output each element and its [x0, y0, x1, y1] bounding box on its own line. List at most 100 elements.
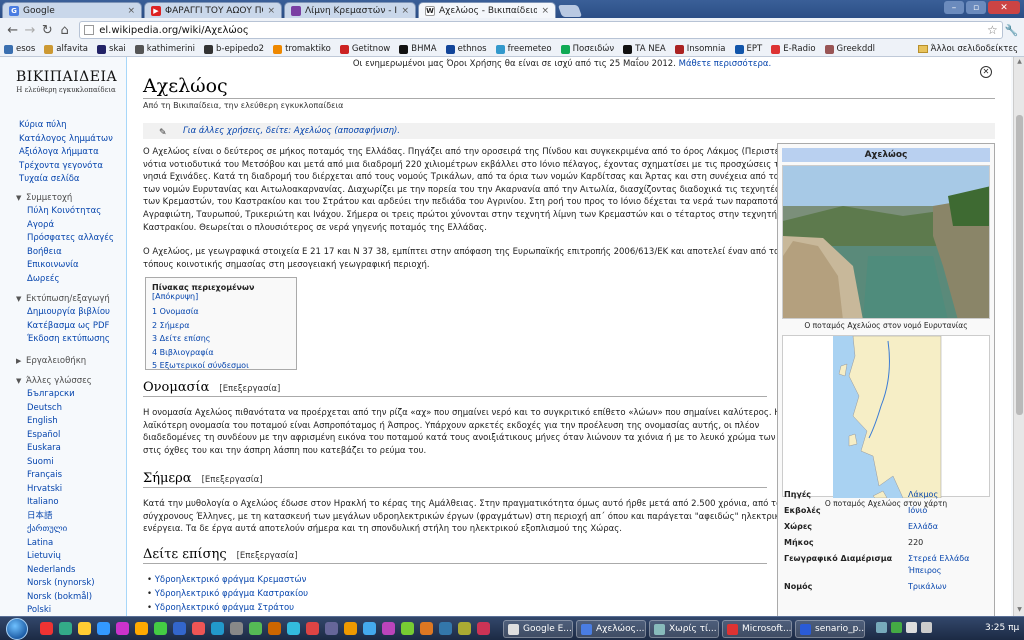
see-also-link[interactable]: Υδροηλεκτρικό φράγμα Στράτου — [147, 601, 308, 615]
bookmark-4[interactable]: b-epipedo2 — [203, 44, 264, 54]
taskbar-task[interactable]: Google E... — [503, 620, 573, 638]
taskbar-task[interactable]: Αχελώος... — [576, 620, 646, 638]
sidebar-link[interactable]: Έκδοση εκτύπωσης — [0, 333, 126, 347]
quick-launch-icon[interactable] — [287, 622, 300, 635]
network-icon[interactable] — [906, 622, 917, 633]
disambiguation-link[interactable]: Για άλλες χρήσεις, δείτε: Αχελώος (αποσα… — [183, 126, 400, 136]
sidebar-link[interactable]: Κύρια πύλη — [0, 119, 126, 133]
tab-acheloos[interactable]: W Αχελώος - Βικιπαίδεια × — [418, 2, 556, 18]
sidebar-link[interactable]: Κατάλογος λημμάτων — [0, 133, 126, 147]
quick-launch-icon[interactable] — [78, 622, 91, 635]
sidebar-link[interactable]: Italiano — [0, 496, 126, 510]
bookmark-11[interactable]: TA NEA — [623, 44, 666, 54]
bookmark-1[interactable]: alfavita — [44, 44, 88, 54]
scroll-up-icon[interactable]: ▲ — [1015, 58, 1024, 67]
sidebar-link[interactable]: Τρέχοντα γεγονότα — [0, 160, 126, 174]
sidebar-link[interactable]: ქართული — [0, 523, 126, 537]
toc-hide-link[interactable]: [Απόκρυψη] — [152, 292, 198, 301]
infobox-value[interactable]: Ήπειρος — [908, 566, 941, 575]
sidebar-link[interactable]: Τυχαία σελίδα — [0, 173, 126, 187]
bookmark-8[interactable]: ethnos — [445, 44, 487, 54]
wikipedia-logo[interactable]: ΒΙΚΙΠΑΙΔΕΙΑ Η ελεύθερη εγκυκλοπαίδεια — [16, 69, 117, 94]
edit-section-link[interactable]: [Επεξεργασία] — [219, 384, 280, 394]
other-bookmarks[interactable]: Άλλοι σελιδοδείκτες — [917, 44, 1018, 54]
quick-launch-icon[interactable] — [401, 622, 414, 635]
sidebar-link[interactable]: Български — [0, 388, 126, 402]
bookmark-14[interactable]: E-Radio — [771, 44, 816, 54]
bookmark-15[interactable]: Greekddl — [824, 44, 875, 54]
quick-launch-icon[interactable] — [59, 622, 72, 635]
bookmark-13[interactable]: EPT — [734, 44, 762, 54]
taskbar-task[interactable]: Microsoft... — [722, 620, 792, 638]
infobox-value[interactable]: Ελλάδα — [908, 522, 938, 531]
infobox-value[interactable]: Τρικάλων — [908, 582, 947, 591]
reload-icon[interactable]: ↻ — [39, 21, 56, 39]
tab-close-icon[interactable]: × — [267, 6, 275, 16]
quick-launch-icon[interactable] — [382, 622, 395, 635]
sidebar-link[interactable]: Πρόσφατες αλλαγές — [0, 232, 126, 246]
sidebar-link[interactable]: Deutsch — [0, 402, 126, 416]
close-window-icon[interactable]: ✕ — [988, 1, 1020, 14]
sidebar-link[interactable]: Français — [0, 469, 126, 483]
quick-launch-icon[interactable] — [192, 622, 205, 635]
infobox-value[interactable]: Λάκμος — [908, 490, 938, 499]
quick-launch-icon[interactable] — [439, 622, 452, 635]
quick-launch-icon[interactable] — [249, 622, 262, 635]
quick-launch-icon[interactable] — [173, 622, 186, 635]
sidebar-link[interactable]: Βοήθεια — [0, 246, 126, 260]
quick-launch-icon[interactable] — [477, 622, 490, 635]
toc-item[interactable]: 2 Σήμερα — [152, 319, 290, 333]
tab-google[interactable]: G Google × — [2, 2, 142, 18]
quick-launch-icon[interactable] — [344, 622, 357, 635]
quick-launch-icon[interactable] — [211, 622, 224, 635]
sidebar-link[interactable]: Latina — [0, 537, 126, 551]
maximize-icon[interactable]: ▫ — [966, 1, 986, 14]
print-heading[interactable]: ▼ Εκτύπωση/εξαγωγή — [0, 293, 126, 306]
scrollbar-thumb[interactable] — [1016, 115, 1023, 415]
tab-limni-kremaston[interactable]: Λίμνη Κρεμαστών - Ιστορ × — [284, 2, 416, 18]
see-also-link[interactable]: Υδροηλεκτρικό φράγμα Κρεμαστών — [147, 573, 308, 587]
quick-launch-icon[interactable] — [306, 622, 319, 635]
quick-launch-icon[interactable] — [116, 622, 129, 635]
bookmark-star-icon[interactable]: ☆ — [987, 23, 998, 37]
bookmark-3[interactable]: kathimerini — [134, 44, 195, 54]
url-text[interactable]: el.wikipedia.org/wiki/Αχελώος — [99, 25, 987, 36]
infobox-value[interactable]: Στερεά Ελλάδα — [908, 554, 969, 563]
tray-icon[interactable] — [891, 622, 902, 633]
sidebar-link[interactable]: Euskara — [0, 442, 126, 456]
wrench-menu-icon[interactable]: 🔧 — [1003, 21, 1020, 39]
quick-launch-icon[interactable] — [268, 622, 281, 635]
new-tab-button[interactable] — [557, 5, 583, 17]
forward-arrow-icon[interactable]: → — [21, 21, 38, 39]
toc-item[interactable]: 4 Βιβλιογραφία — [152, 346, 290, 360]
quick-launch-icon[interactable] — [363, 622, 376, 635]
minimize-icon[interactable]: – — [944, 1, 964, 14]
edit-section-link[interactable]: [Επεξεργασία] — [237, 551, 298, 561]
tray-icon[interactable] — [876, 622, 887, 633]
toc-item[interactable]: 3 Δείτε επίσης — [152, 332, 290, 346]
sidebar-link[interactable]: English — [0, 415, 126, 429]
taskbar-task[interactable]: senario_p... — [795, 620, 865, 638]
sidebar-link[interactable]: Norsk (nynorsk) — [0, 577, 126, 591]
bookmark-7[interactable]: BHMA — [399, 44, 437, 54]
quick-launch-icon[interactable] — [40, 622, 53, 635]
quick-launch-icon[interactable] — [458, 622, 471, 635]
notice-link[interactable]: Μάθετε περισσότερα. — [679, 59, 772, 69]
bookmark-6[interactable]: Getitnow — [339, 44, 390, 54]
clock[interactable]: 3:25 πμ — [985, 623, 1019, 633]
sidebar-link[interactable]: Αγορά — [0, 219, 126, 233]
bookmark-5[interactable]: tromaktiko — [273, 44, 331, 54]
edit-section-link[interactable]: [Επεξεργασία] — [202, 475, 263, 485]
sidebar-link[interactable]: Suomi — [0, 456, 126, 470]
vertical-scrollbar[interactable]: ▲ ▼ — [1013, 57, 1024, 616]
bookmark-10[interactable]: Ποσειδών — [560, 44, 614, 54]
start-button-icon[interactable] — [6, 618, 28, 640]
sidebar-link[interactable]: Δημιουργία βιβλίου — [0, 306, 126, 320]
sidebar-link[interactable]: Επικοινωνία — [0, 259, 126, 273]
volume-icon[interactable] — [921, 622, 932, 633]
sidebar-link[interactable]: Norsk (bokmål) — [0, 591, 126, 605]
scroll-down-icon[interactable]: ▼ — [1015, 606, 1024, 615]
tab-close-icon[interactable]: × — [541, 6, 549, 16]
tab-youtube[interactable]: ▶ ΦΑΡΑΓΓΙ ΤΟΥ ΑΩΟΥ ΠΟΤΑ × — [144, 2, 282, 18]
quick-launch-icon[interactable] — [230, 622, 243, 635]
